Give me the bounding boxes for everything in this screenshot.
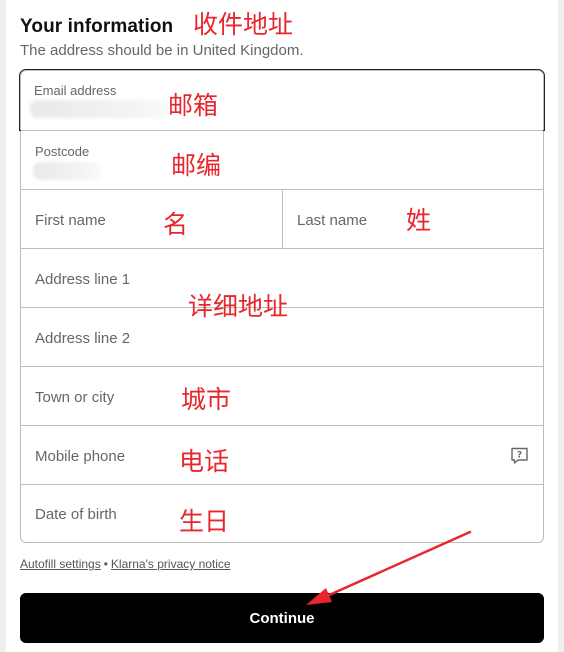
panel-edge-right bbox=[558, 0, 564, 652]
annotation-arrow-icon bbox=[306, 530, 472, 605]
svg-text:?: ? bbox=[517, 451, 522, 461]
postcode-value-redacted bbox=[33, 162, 101, 180]
dob-placeholder: Date of birth bbox=[35, 506, 117, 523]
question-bubble-icon[interactable]: ? bbox=[510, 446, 529, 465]
mobile-field[interactable]: Mobile phone ? bbox=[21, 426, 543, 484]
mobile-placeholder: Mobile phone bbox=[35, 448, 126, 465]
footer-links: Autofill settings • Klarna's privacy notic… bbox=[20, 557, 231, 571]
address-line1-placeholder: Address line 1 bbox=[35, 271, 131, 288]
annotation-mobile: 电话 bbox=[179, 447, 230, 476]
annotation-last-name: 姓 bbox=[406, 206, 432, 235]
section-subtitle: The address should be in United Kingdom. bbox=[20, 42, 304, 59]
annotation-first-name: 名 bbox=[163, 210, 189, 239]
email-label: Email address bbox=[34, 83, 117, 98]
annotation-dob: 生日 bbox=[179, 507, 230, 536]
email-field[interactable]: Email address bbox=[19, 69, 545, 131]
town-row: Town or city bbox=[21, 366, 543, 425]
first-name-field[interactable]: First name bbox=[21, 190, 282, 248]
annotation-town: 城市 bbox=[181, 385, 232, 414]
privacy-notice-link[interactable]: Klarna's privacy notice bbox=[111, 557, 231, 571]
last-name-placeholder: Last name bbox=[297, 212, 368, 229]
email-row: Email address bbox=[19, 69, 545, 131]
link-separator: • bbox=[103, 557, 108, 571]
postcode-label: Postcode bbox=[35, 144, 90, 159]
first-name-placeholder: First name bbox=[35, 212, 106, 229]
panel-edge-left bbox=[0, 0, 6, 652]
name-row: First name Last name bbox=[21, 189, 543, 248]
postcode-field[interactable]: Postcode bbox=[21, 131, 543, 189]
postcode-row: Postcode bbox=[21, 130, 543, 189]
email-value-redacted bbox=[30, 100, 170, 118]
address-line2-placeholder: Address line 2 bbox=[35, 330, 131, 347]
town-field[interactable]: Town or city bbox=[21, 367, 543, 425]
town-placeholder: Town or city bbox=[35, 389, 115, 406]
mobile-row: Mobile phone ? bbox=[21, 425, 543, 484]
annotation-postcode: 邮编 bbox=[171, 151, 222, 180]
annotation-header: 收件地址 bbox=[193, 10, 294, 39]
annotation-address: 详细地址 bbox=[188, 292, 289, 321]
autofill-settings-link[interactable]: Autofill settings bbox=[20, 557, 101, 571]
annotation-email: 邮箱 bbox=[168, 91, 219, 120]
